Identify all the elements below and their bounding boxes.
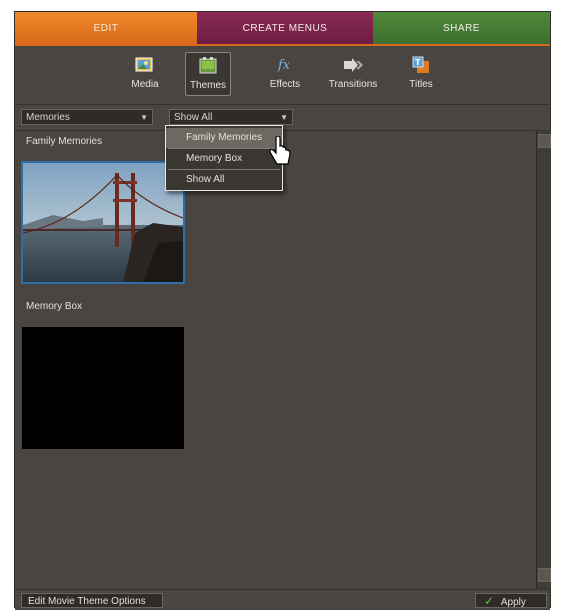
- chevron-down-icon: ▼: [280, 113, 288, 122]
- toolbar-effects-label: Effects: [269, 79, 301, 90]
- tab-edit-label: EDIT: [93, 22, 119, 34]
- toolbar-titles-button[interactable]: T Titles: [405, 52, 437, 96]
- edit-movie-theme-options-button[interactable]: Edit Movie Theme Options: [21, 593, 163, 608]
- theme-thumbnail-family-memories[interactable]: [21, 161, 185, 284]
- edit-toolbar: Media Themes fx Effects Transitions T Ti…: [15, 46, 550, 104]
- theme-thumbnail-memory-box[interactable]: [22, 327, 184, 449]
- toolbar-divider: [15, 104, 550, 105]
- chevron-down-icon: ▼: [140, 113, 148, 122]
- toolbar-media-label: Media: [131, 79, 159, 90]
- content-scrollbar[interactable]: [536, 130, 551, 589]
- edit-movie-theme-options-label: Edit Movie Theme Options: [28, 596, 146, 607]
- tab-share[interactable]: SHARE: [373, 12, 550, 44]
- dropdown-item-label: Show All: [186, 174, 225, 185]
- scroll-down-button[interactable]: [538, 568, 551, 582]
- themes-icon: [198, 55, 218, 77]
- checkmark-icon: ✓: [484, 594, 495, 608]
- dropdown-item-family-memories[interactable]: Family Memories: [166, 128, 282, 148]
- hand-cursor-icon: [268, 135, 294, 175]
- toolbar-themes-label: Themes: [189, 80, 227, 91]
- black-thumbnail: [22, 327, 184, 449]
- golden-gate-bridge-photo: [22, 163, 184, 282]
- themes-panel: EDIT CREATE MENUS SHARE Media Themes fx …: [14, 11, 551, 610]
- category-select-value: Memories: [26, 112, 70, 123]
- category-select[interactable]: Memories ▼: [21, 109, 153, 125]
- toolbar-themes-button[interactable]: Themes: [185, 52, 231, 96]
- effects-icon: fx: [275, 54, 295, 76]
- view-dropdown-menu: Family Memories Memory Box Show All: [165, 125, 283, 191]
- toolbar-titles-label: Titles: [409, 79, 433, 90]
- view-select[interactable]: Show All ▼: [169, 109, 293, 125]
- dropdown-item-memory-box[interactable]: Memory Box: [166, 149, 282, 169]
- bottom-bar: Edit Movie Theme Options ✓ Apply: [15, 589, 550, 610]
- section-label-memory-box: Memory Box: [26, 301, 83, 312]
- tab-share-label: SHARE: [443, 22, 480, 34]
- dropdown-item-show-all[interactable]: Show All: [166, 170, 282, 190]
- view-select-value: Show All: [174, 112, 213, 123]
- tab-create-menus[interactable]: CREATE MENUS: [197, 12, 373, 44]
- titles-icon: T: [411, 54, 431, 76]
- workspace-tabs: EDIT CREATE MENUS SHARE: [15, 12, 550, 44]
- toolbar-effects-button[interactable]: fx Effects: [265, 52, 305, 96]
- tab-edit[interactable]: EDIT: [15, 12, 197, 44]
- media-icon: [135, 54, 155, 76]
- svg-text:fx: fx: [277, 58, 291, 73]
- toolbar-media-button[interactable]: Media: [125, 52, 165, 96]
- toolbar-transitions-button[interactable]: Transitions: [323, 52, 383, 96]
- svg-text:T: T: [415, 58, 421, 67]
- apply-label: Apply: [500, 597, 526, 608]
- dropdown-item-label: Memory Box: [186, 153, 243, 164]
- tab-create-menus-label: CREATE MENUS: [242, 22, 328, 34]
- toolbar-transitions-label: Transitions: [328, 79, 378, 90]
- scroll-up-button[interactable]: [538, 134, 551, 148]
- dropdown-item-label: Family Memories: [186, 132, 263, 143]
- section-label-family-memories: Family Memories: [26, 136, 103, 147]
- transitions-icon: [342, 54, 364, 76]
- apply-button[interactable]: ✓ Apply: [475, 593, 547, 608]
- themes-list: Family Memories Memory Box: [15, 130, 535, 590]
